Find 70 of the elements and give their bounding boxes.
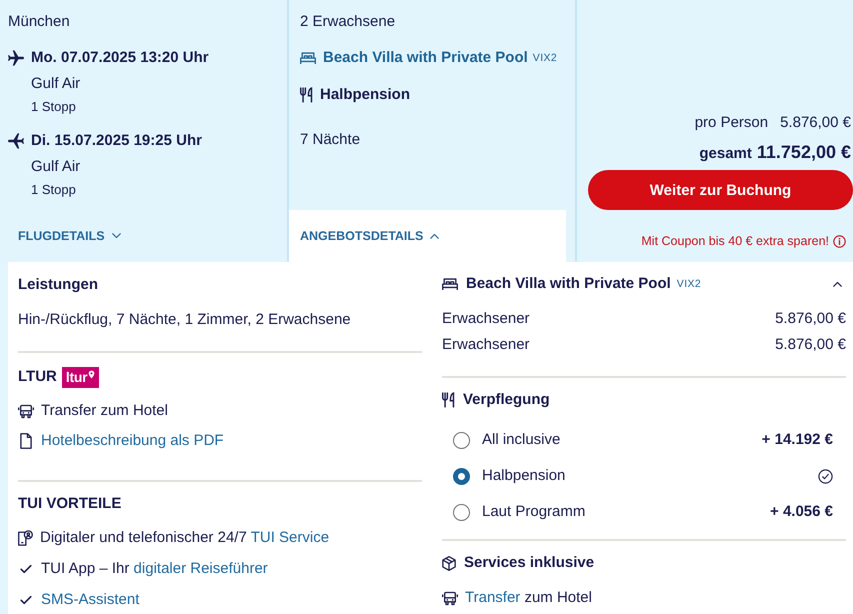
services-summary: Hin-/Rückflug, 7 Nächte, 1 Zimmer, 2 Erwachsene xyxy=(18,310,351,330)
document-link[interactable]: Hotelbeschreibung als PDF xyxy=(41,431,224,451)
room-code: VIX2 xyxy=(676,278,702,290)
package-icon xyxy=(442,556,456,570)
chevron-down-icon xyxy=(112,233,121,239)
per-person-label: pro Person xyxy=(694,113,768,133)
fork-knife-icon xyxy=(300,87,313,103)
service-text: Digitaler und telefonischer 24/7 TUI Service xyxy=(40,528,330,548)
section-title: Verpflegung xyxy=(463,390,550,410)
inline-link[interactable]: Transfer xyxy=(465,589,520,606)
phone-person-icon xyxy=(18,530,33,546)
benefit-link[interactable]: SMS-Assistent xyxy=(41,590,140,610)
fork-knife-icon xyxy=(442,392,455,408)
room-name: Beach Villa with Private Pool xyxy=(323,48,528,68)
book-button[interactable]: Weiter zur Buchung xyxy=(588,170,853,210)
airline-name: Gulf Air xyxy=(31,157,80,177)
total-price: 11.752,00 € xyxy=(756,141,851,164)
benefit-text: TUI App – Ihr digitaler Reiseführer xyxy=(41,559,268,579)
section-title: TUI VORTEILE xyxy=(18,494,122,514)
info-icon[interactable] xyxy=(833,234,846,248)
flight-details-toggle[interactable]: FLUGDETAILS xyxy=(18,229,121,243)
transfer-text: Transfer zum Hotel xyxy=(465,588,592,608)
airline-name: Gulf Air xyxy=(31,74,80,94)
coupon-note: Mit Coupon bis 40 € extra sparen! xyxy=(641,233,829,250)
bed-icon xyxy=(442,278,458,290)
meal-radio[interactable] xyxy=(453,468,470,484)
chevron-up-icon xyxy=(430,233,440,239)
bus-icon xyxy=(18,404,34,418)
meal-option-label: Laut Programm xyxy=(482,502,586,522)
logo-text: ltur xyxy=(66,368,88,386)
nights-count: 7 Nächte xyxy=(300,130,360,150)
meal-surcharge: + 4.056 € xyxy=(770,502,833,522)
flight-date: Di. 15.07.2025 19:25 Uhr xyxy=(31,131,202,151)
room-code: VIX2 xyxy=(532,52,558,64)
traveller-label: Erwachsener xyxy=(442,335,530,355)
meal-option-label: All inclusive xyxy=(482,430,560,450)
inline-link[interactable]: TUI Service xyxy=(250,529,330,546)
per-person-price: 5.876,00 € xyxy=(780,113,851,133)
stops-count: 1 Stopp xyxy=(31,181,76,199)
meal-radio[interactable] xyxy=(453,504,470,520)
total-label: gesamt xyxy=(699,144,752,164)
traveller-price: 5.876,00 € xyxy=(775,309,846,329)
airplane-icon xyxy=(8,50,24,66)
airplane-icon xyxy=(8,133,24,149)
check-icon xyxy=(20,564,32,574)
travellers-count: 2 Erwachsene xyxy=(300,12,396,32)
meal-option-label: Halbpension xyxy=(482,466,566,486)
check-circle-icon xyxy=(818,468,833,484)
meal-surcharge: + 14.192 € xyxy=(762,430,833,450)
bus-icon xyxy=(442,590,458,606)
traveller-label: Erwachsener xyxy=(442,309,530,329)
traveller-price: 5.876,00 € xyxy=(775,335,846,355)
inline-link[interactable]: digitaler Reiseführer xyxy=(134,560,268,577)
section-title: Leistungen xyxy=(18,275,98,295)
section-title: Services inklusive xyxy=(464,553,594,573)
offer-details-tab[interactable]: ANGEBOTSDETAILS xyxy=(289,210,566,262)
document-icon xyxy=(20,433,32,449)
chevron-up-icon xyxy=(833,281,842,287)
stops-count: 1 Stopp xyxy=(31,98,76,116)
check-icon xyxy=(20,595,32,605)
departure-city: München xyxy=(8,12,70,32)
meal-radio[interactable] xyxy=(453,432,470,448)
flight-date: Mo. 07.07.2025 13:20 Uhr xyxy=(31,48,209,68)
board-type: Halbpension xyxy=(320,85,410,105)
transfer-text: Transfer zum Hotel xyxy=(41,401,168,421)
collapse-button[interactable] xyxy=(833,281,842,287)
bed-icon xyxy=(300,52,316,64)
room-name: Beach Villa with Private Pool xyxy=(466,274,671,294)
section-title: LTUR xyxy=(18,367,57,387)
pin-icon xyxy=(88,370,96,378)
